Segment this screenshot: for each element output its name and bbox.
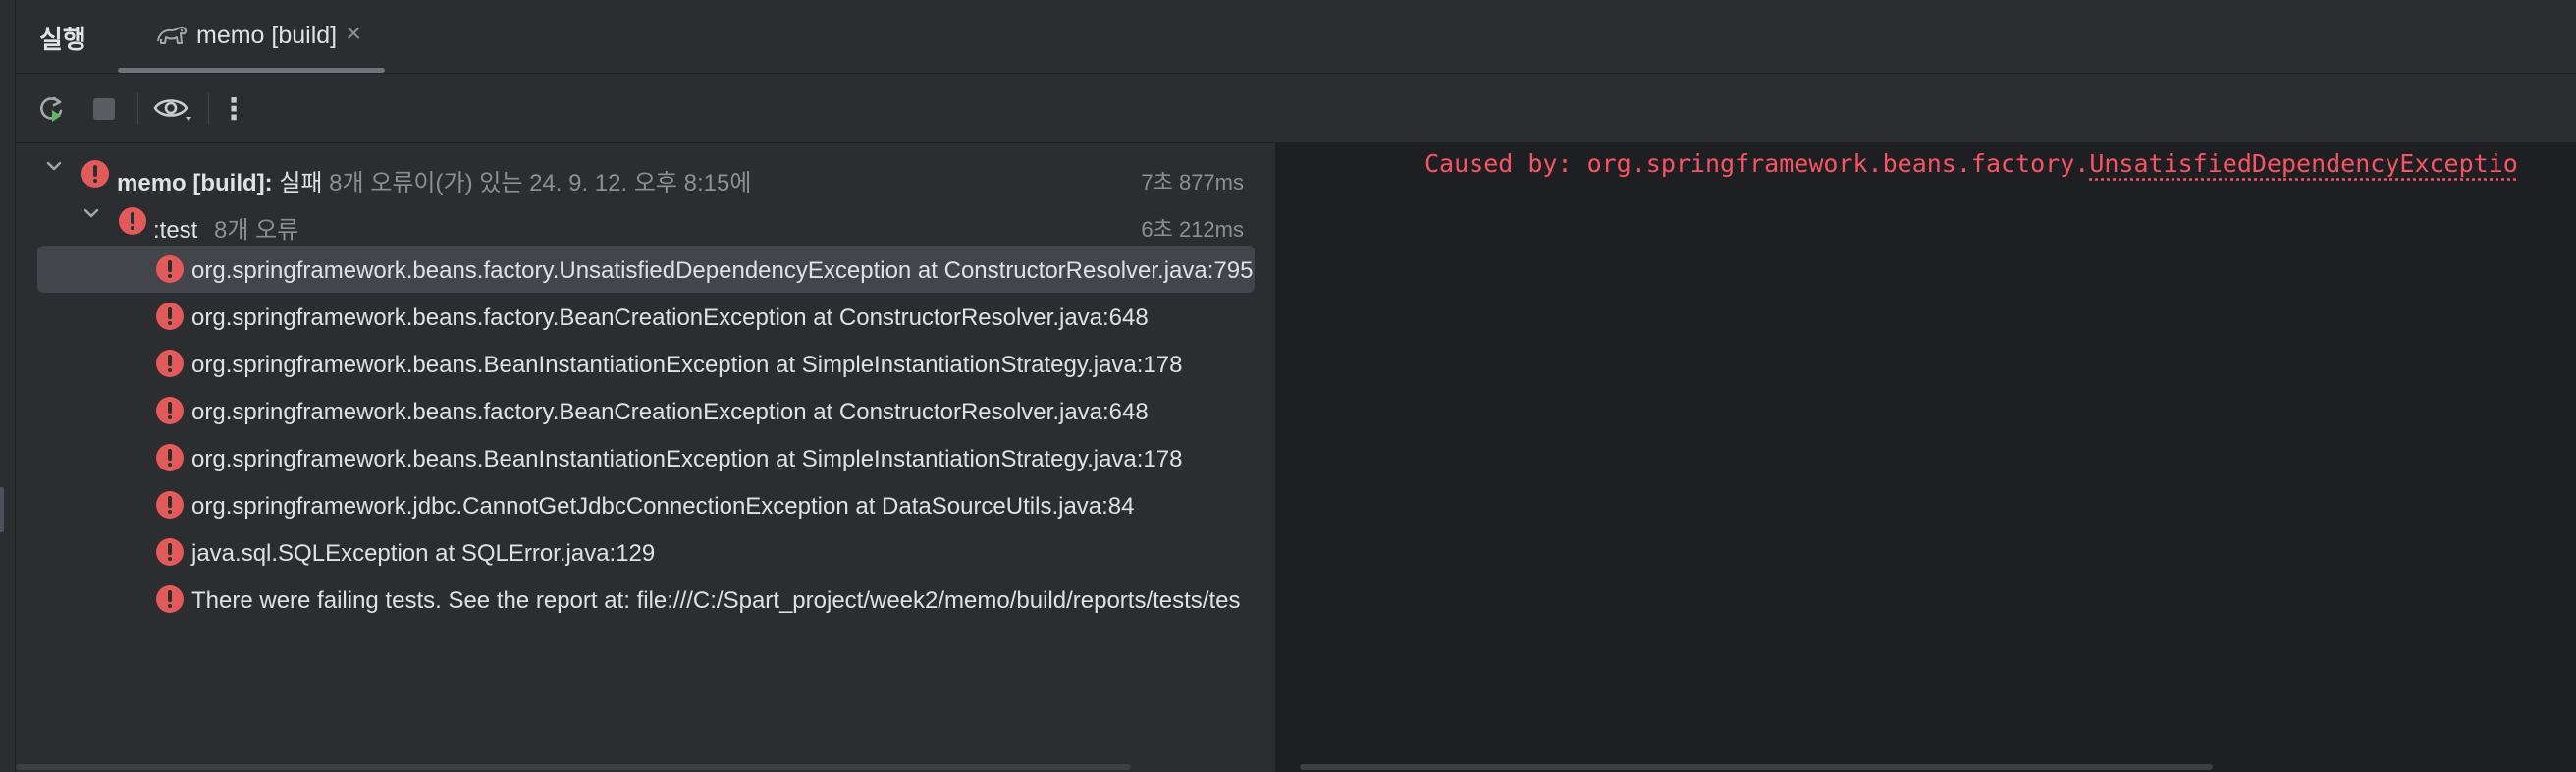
chevron-down-icon[interactable] <box>80 202 102 224</box>
gradle-elephant-icon <box>157 26 188 44</box>
console-horizontal-scrollbar[interactable] <box>1300 764 2213 770</box>
error-label: org.springframework.beans.BeanInstantiat… <box>191 352 1183 378</box>
tree-horizontal-scrollbar[interactable] <box>16 764 1131 770</box>
eye-icon <box>153 99 191 121</box>
stop-icon <box>93 98 115 120</box>
error-label: java.sql.SQLException at SQLError.java:1… <box>191 540 656 567</box>
toolbar-separator <box>208 93 209 125</box>
test-results-tree: memo [build]: 실패 8개 오류이(가) 있는 24. 9. 12.… <box>16 143 1275 772</box>
error-icon <box>156 397 184 424</box>
tab-bar: 실행 memo [build] × <box>16 0 2576 74</box>
error-label: org.springframework.beans.BeanInstantiat… <box>191 446 1183 472</box>
error-icon <box>156 491 184 519</box>
error-label: org.springframework.beans.factory.BeanCr… <box>191 304 1149 331</box>
toolbar-separator <box>137 93 138 125</box>
console-text: Caused by: org.springframework.beans.fac… <box>1424 149 2090 178</box>
error-label: org.springframework.beans.factory.BeanCr… <box>191 399 1149 425</box>
error-label: org.springframework.beans.factory.Unsati… <box>191 257 1254 284</box>
error-icon <box>156 444 184 471</box>
error-icon <box>156 538 184 566</box>
more-options-button[interactable]: ⋮ <box>216 91 251 127</box>
active-tab-indicator <box>118 68 385 73</box>
tree-row-test[interactable]: :test 8개 오류 6초 212ms <box>16 143 1275 244</box>
console-link[interactable]: UnsatisfiedDependencyExceptio <box>2089 149 2518 178</box>
tab-memo-build[interactable]: memo [build] × <box>118 0 399 73</box>
error-icon <box>156 255 184 283</box>
tab-close-icon[interactable]: × <box>346 18 361 49</box>
error-label: There were failing tests. See the report… <box>191 587 1241 614</box>
test-detail: 8개 오류 <box>214 217 299 244</box>
rerun-icon <box>40 96 63 122</box>
test-duration: 6초 212ms <box>1141 217 1244 242</box>
run-tool-window: 실행 memo [build] × ⋮ memo [build]: 실패 8개 … <box>0 0 2576 772</box>
error-icon <box>156 585 184 613</box>
run-title: 실행 <box>39 25 86 54</box>
error-icon <box>119 207 146 235</box>
resize-handle[interactable] <box>0 487 4 532</box>
run-toolbar: ⋮ <box>16 74 2576 143</box>
error-icon <box>156 303 184 330</box>
tab-label: memo [build] <box>196 22 338 49</box>
console-output: Caused by: org.springframework.beans.fac… <box>1276 143 2576 772</box>
rerun-button[interactable] <box>33 91 69 127</box>
console-line: Caused by: org.springframework.beans.fac… <box>1424 149 2518 178</box>
test-name: :test <box>153 217 198 244</box>
left-tool-strip <box>0 0 16 772</box>
error-icon <box>156 350 184 377</box>
view-options-button[interactable] <box>149 91 196 127</box>
stop-button[interactable] <box>86 91 122 127</box>
more-vertical-icon: ⋮ <box>219 92 248 126</box>
error-label: org.springframework.jdbc.CannotGetJdbcCo… <box>191 493 1135 520</box>
